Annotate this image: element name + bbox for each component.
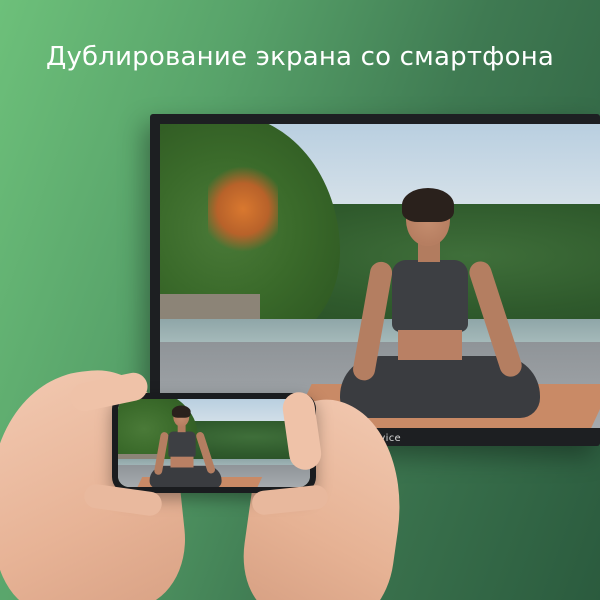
phone-yoga-scene-image (118, 399, 310, 487)
phone-screen (118, 399, 310, 487)
yoga-scene-image (160, 124, 600, 428)
tv-screen (160, 124, 600, 428)
headline: Дублирование экрана со смартфона (45, 42, 555, 72)
woman-meditating (330, 188, 540, 428)
phone-woman-meditating (146, 405, 222, 487)
